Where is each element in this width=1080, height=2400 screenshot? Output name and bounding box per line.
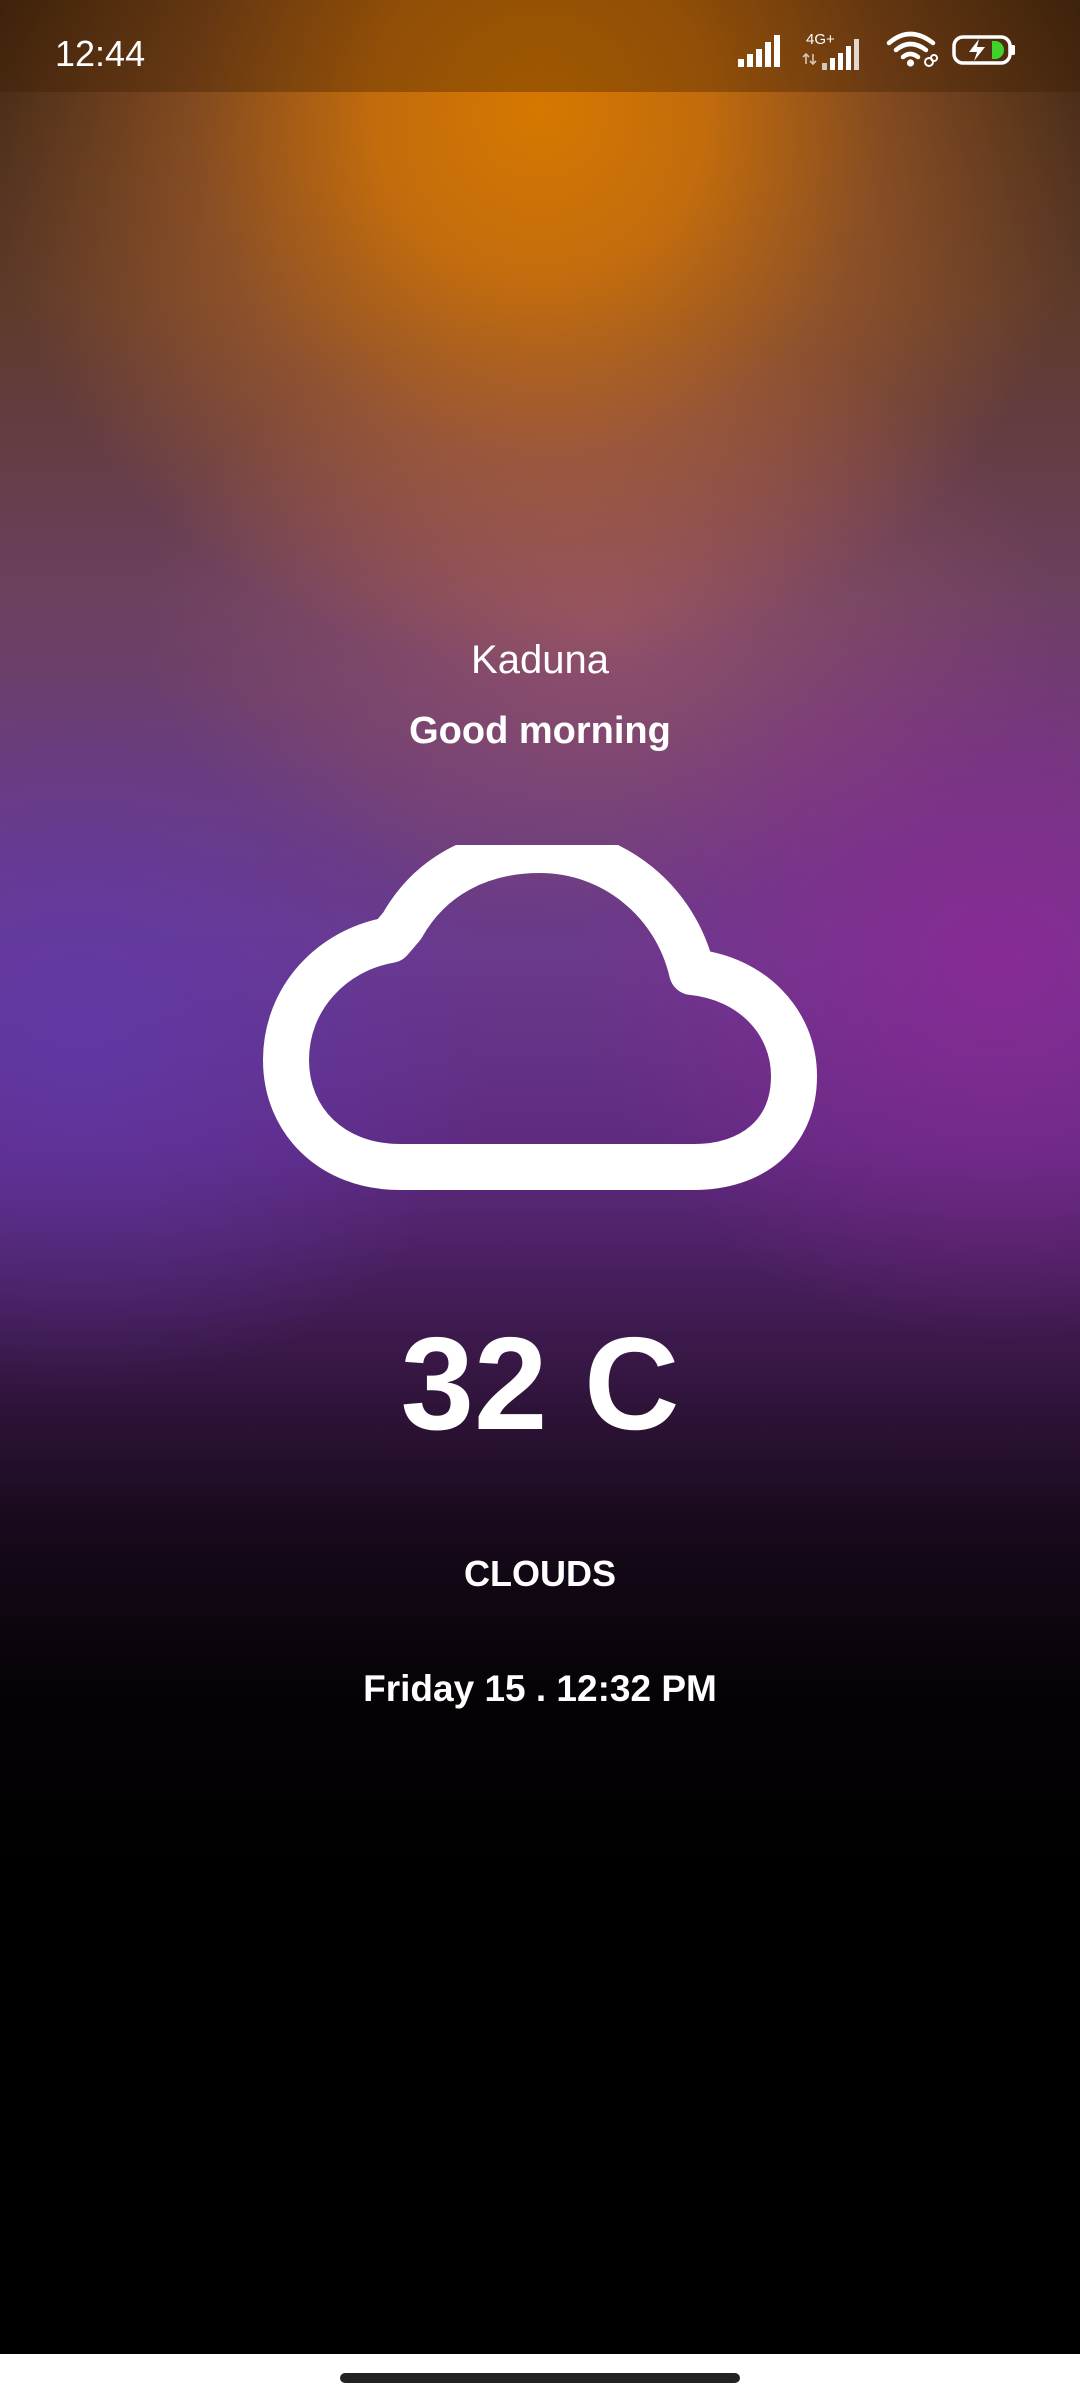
signal-4g-icon: 4G+ [802, 31, 859, 70]
weather-condition: CLOUDS [464, 1553, 616, 1594]
wifi-icon [886, 31, 938, 67]
greeting-text: Good morning [409, 710, 671, 752]
status-time: 12:44 [55, 33, 146, 74]
signal-icon [738, 35, 780, 67]
status-icons: 4G+ [738, 30, 1018, 70]
status-bar: 12:44 4G+ [0, 0, 1080, 92]
battery-charging-icon [952, 35, 1015, 65]
date-time-text: Friday 15 . 12:32 PM [363, 1668, 717, 1709]
weather-screen: 12:44 4G+ Kaduna Good morning 32 C CLOUD… [0, 0, 1080, 2400]
network-type-label: 4G+ [806, 31, 835, 48]
temperature-value: 32 C [400, 1310, 680, 1457]
home-indicator[interactable] [340, 2373, 740, 2383]
location-name: Kaduna [471, 638, 609, 682]
cloud-icon [263, 845, 817, 1190]
